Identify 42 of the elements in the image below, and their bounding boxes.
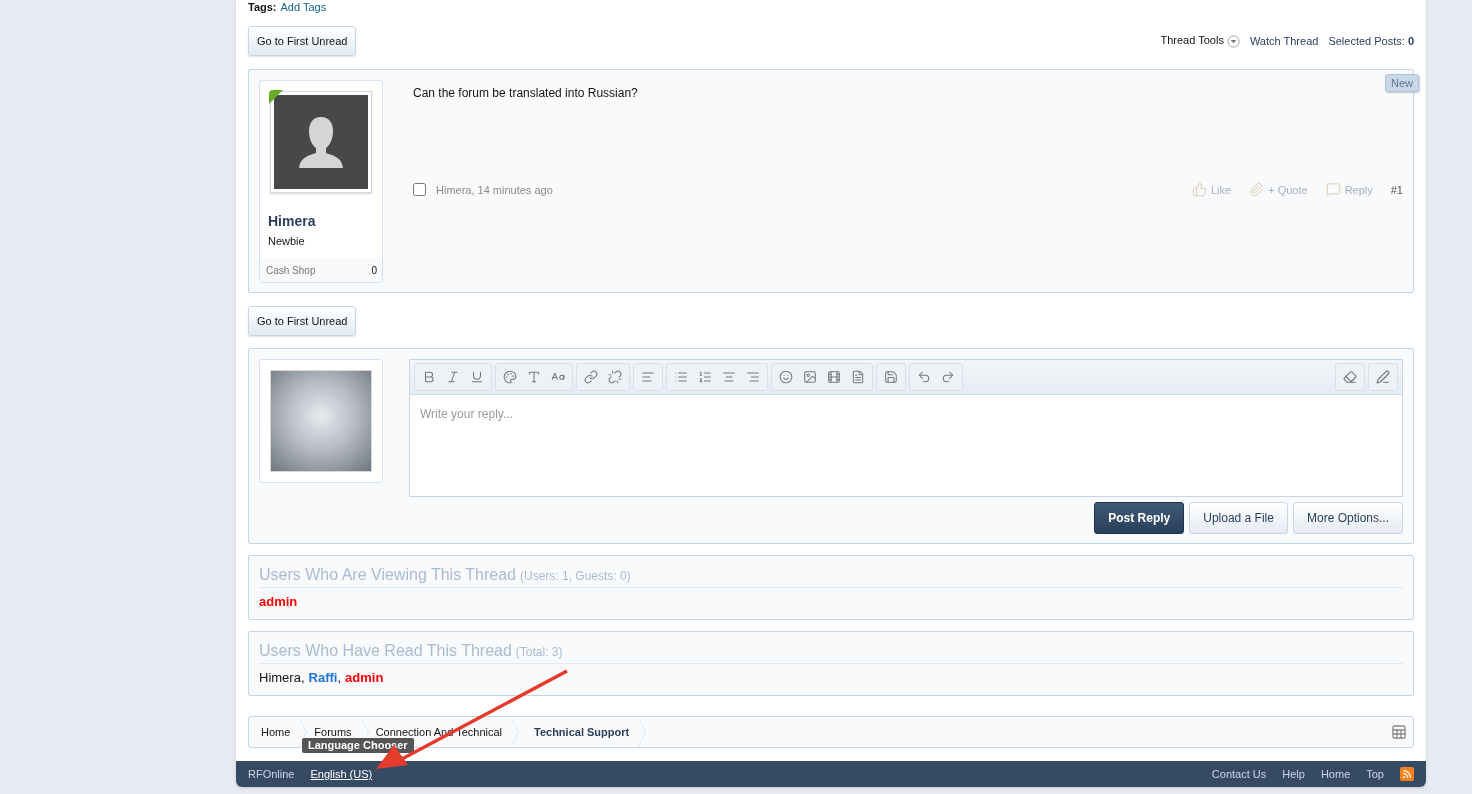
first-unread-button[interactable]: Go to First Unread: [248, 306, 357, 336]
rich-text-editor[interactable]: Write your reply...: [409, 359, 1403, 497]
thread-tools-menu[interactable]: Thread Tools: [1160, 34, 1240, 48]
paperclip-icon: [1249, 182, 1265, 197]
language-link[interactable]: English (US): [310, 768, 373, 780]
separator: ,: [300, 670, 305, 685]
secondary-button[interactable]: More Options...: [1292, 502, 1403, 534]
footer-link[interactable]: Top: [1366, 768, 1384, 780]
post-author-date[interactable]: Himera, 14 minutes ago: [436, 183, 553, 196]
speech-bubble-icon: [1325, 182, 1341, 197]
thumbs-up-icon: [1192, 182, 1207, 197]
user-title: Newbie: [268, 235, 306, 247]
user-link[interactable]: admin: [345, 670, 384, 685]
panel-count: (Total: 3): [515, 645, 563, 659]
post-reply-button[interactable]: Post Reply: [1094, 502, 1185, 534]
add-tags-link[interactable]: Add Tags: [280, 0, 327, 14]
separator: ,: [337, 670, 342, 685]
selected-posts-label: Selected Posts: 0: [1328, 35, 1414, 47]
watch-thread-link[interactable]: Watch Thread: [1249, 35, 1319, 47]
stat-label: Cash Shop: [266, 264, 316, 276]
panel-count: (Users: 1, Guests: 0): [520, 569, 631, 583]
secondary-button[interactable]: Upload a File: [1189, 502, 1288, 534]
post-message: Can the forum be translated into Russian?: [413, 86, 639, 102]
username[interactable]: Himera: [268, 213, 382, 229]
breadcrumb-link[interactable]: Technical Support: [524, 717, 652, 747]
new-badge: New: [1385, 74, 1419, 92]
user-link[interactable]: Himera: [259, 670, 301, 685]
first-unread-button[interactable]: Go to First Unread: [248, 26, 357, 56]
tooltip: Language Chooser: [302, 738, 414, 753]
select-post-checkbox[interactable]: [413, 183, 426, 196]
post-number[interactable]: #1: [1390, 183, 1403, 196]
tags-label: Tags:: [248, 0, 277, 14]
site-link[interactable]: RFOnline: [248, 768, 295, 780]
footer-link[interactable]: Home: [1320, 768, 1351, 780]
footer-link[interactable]: Help: [1282, 768, 1305, 780]
panel-title: Users Who Are Viewing This Thread: [259, 566, 516, 584]
user-link[interactable]: admin: [259, 594, 298, 609]
panel-title: Users Who Have Read This Thread: [259, 642, 512, 660]
footer-link[interactable]: Contact Us: [1211, 768, 1267, 780]
stat-value: 0: [371, 264, 377, 276]
dropdown-caret-icon: [1226, 34, 1240, 48]
rss-icon[interactable]: [1400, 767, 1414, 781]
